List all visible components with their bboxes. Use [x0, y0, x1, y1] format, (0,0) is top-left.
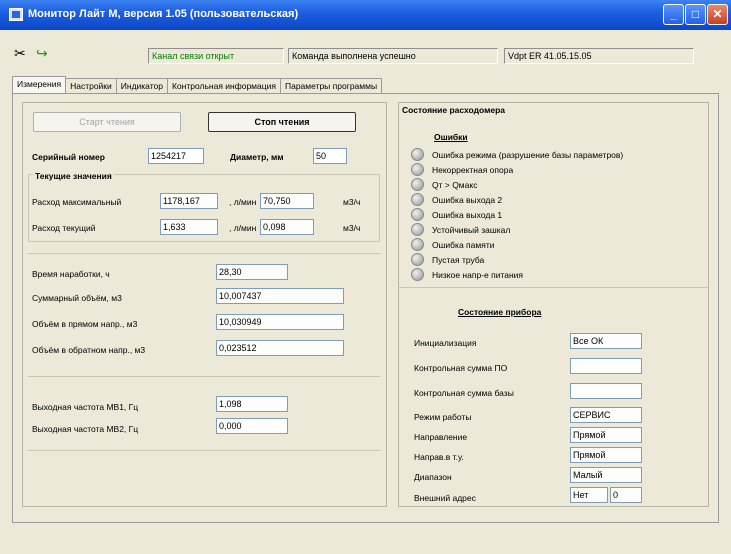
device-row-value[interactable]: Прямой — [570, 427, 642, 443]
error-label: Ошибка режима (разрушение базы параметро… — [432, 150, 624, 160]
device-row-value[interactable] — [570, 383, 642, 399]
error-indicator-icon — [411, 193, 424, 206]
error-label: Ошибка памяти — [432, 240, 495, 250]
runtime-label: Время наработки, ч — [32, 269, 110, 279]
error-indicator-icon — [411, 223, 424, 236]
reverse-volume-field[interactable]: 0,023512 — [216, 340, 344, 356]
flow-current-unit-left: , л/мин — [229, 223, 257, 233]
tab-control-info[interactable]: Контрольная информация — [166, 78, 281, 93]
device-row-label: Контрольная сумма ПО — [414, 363, 508, 373]
maximize-button[interactable]: □ — [685, 4, 706, 25]
errors-title: Ошибки — [434, 132, 468, 142]
freq2-field[interactable]: 0,000 — [216, 418, 288, 434]
error-label: Некорректная опора — [432, 165, 514, 175]
flow-max-unit-left: , л/мин — [229, 197, 257, 207]
runtime-field[interactable]: 28,30 — [216, 264, 288, 280]
serial-label: Серийный номер — [32, 152, 105, 162]
connect-plug-icon[interactable]: ✂ — [14, 46, 26, 60]
tab-program-params[interactable]: Параметры программы — [279, 78, 383, 93]
device-row-value[interactable]: Прямой — [570, 447, 642, 463]
error-label: Ошибка выхода 1 — [432, 210, 503, 220]
error-label: Qт > Qмакс — [432, 180, 478, 190]
state-panel — [398, 102, 709, 507]
window-title: Монитор Лайт М, версия 1.05 (пользовател… — [28, 8, 299, 20]
error-label: Низкое напр-е питания — [432, 270, 524, 280]
diameter-field[interactable]: 50 — [313, 148, 347, 164]
separator-2 — [28, 376, 380, 377]
flow-max-label: Расход максимальный — [32, 197, 122, 207]
start-reading-button[interactable]: Старт чтения — [33, 112, 181, 132]
error-label: Пустая труба — [432, 255, 485, 265]
flow-max-field[interactable]: 1178,167 — [160, 193, 218, 209]
minimize-button[interactable]: _ — [663, 4, 684, 25]
command-status: Команда выполнена успешно — [288, 48, 498, 64]
tab-settings[interactable]: Настройки — [65, 78, 117, 93]
device-row-label: Контрольная сумма базы — [414, 388, 514, 398]
title-bar[interactable]: Монитор Лайт М, версия 1.05 (пользовател… — [0, 0, 731, 30]
current-values-title: Текущие значения — [33, 170, 114, 182]
tab-strip: Измерения Настройки Индикатор Контрольна… — [12, 76, 383, 93]
channel-status: Канал связи открыт — [148, 48, 284, 64]
error-label: Устойчивый зашкал — [432, 225, 511, 235]
device-row-label: Режим работы — [414, 412, 472, 422]
flow-current-unit-right: м3/ч — [343, 223, 361, 233]
error-indicator-icon — [411, 178, 424, 191]
error-label: Ошибка выхода 2 — [432, 195, 503, 205]
flow-current-label: Расход текущий — [32, 223, 96, 233]
separator-1 — [28, 253, 380, 254]
device-row-label: Направ.в т.у. — [414, 452, 464, 462]
green-arrow-icon[interactable]: ↪ — [36, 46, 48, 60]
separator-3 — [28, 450, 380, 451]
device-row-value[interactable] — [570, 358, 642, 374]
main-window: Монитор Лайт М, версия 1.05 (пользовател… — [0, 0, 731, 554]
address-field-1[interactable]: Нет — [570, 487, 608, 503]
flow-max-field-2[interactable]: 70,750 — [260, 193, 314, 209]
error-indicator-icon — [411, 268, 424, 281]
device-row-value[interactable]: СЕРВИС — [570, 407, 642, 423]
tab-measurements[interactable]: Измерения — [12, 76, 67, 93]
stop-reading-button[interactable]: Стоп чтения — [208, 112, 356, 132]
error-indicator-icon — [411, 148, 424, 161]
device-row-label: Инициализация — [414, 338, 477, 348]
error-indicator-icon — [411, 238, 424, 251]
flow-max-unit-right: м3/ч — [343, 197, 361, 207]
state-title: Состояние расходомера — [402, 105, 506, 115]
error-indicator-icon — [411, 208, 424, 221]
forward-volume-label: Объём в прямом напр., м3 — [32, 319, 138, 329]
device-row-value[interactable]: Все ОК — [570, 333, 642, 349]
flow-current-field[interactable]: 1,633 — [160, 219, 218, 235]
total-volume-field[interactable]: 10,007437 — [216, 288, 344, 304]
total-volume-label: Суммарный объём, м3 — [32, 293, 122, 303]
device-state-title: Состояние прибора — [458, 307, 542, 317]
freq1-label: Выходная частота МВ1, Гц — [32, 402, 139, 412]
freq2-label: Выходная частота МВ2, Гц — [32, 424, 139, 434]
tab-indicator[interactable]: Индикатор — [115, 78, 168, 93]
device-row-value[interactable]: Малый — [570, 467, 642, 483]
reverse-volume-label: Объём в обратном напр., м3 — [32, 345, 146, 355]
forward-volume-field[interactable]: 10,030949 — [216, 314, 344, 330]
address-field-2[interactable]: 0 — [610, 487, 642, 503]
error-indicator-icon — [411, 253, 424, 266]
error-indicator-icon — [411, 163, 424, 176]
device-row-label: Диапазон — [414, 472, 452, 482]
serial-field[interactable]: 1254217 — [148, 148, 204, 164]
address-label: Внешний адрес — [414, 493, 476, 503]
close-button[interactable]: ✕ — [707, 4, 728, 25]
diameter-label: Диаметр, мм — [230, 152, 284, 162]
device-row-label: Направление — [414, 432, 468, 442]
device-version: Vdpt ER 41.05.15.05 — [504, 48, 694, 64]
app-icon — [9, 8, 23, 21]
freq1-field[interactable]: 1,098 — [216, 396, 288, 412]
state-separator — [398, 287, 709, 288]
flow-current-field-2[interactable]: 0,098 — [260, 219, 314, 235]
